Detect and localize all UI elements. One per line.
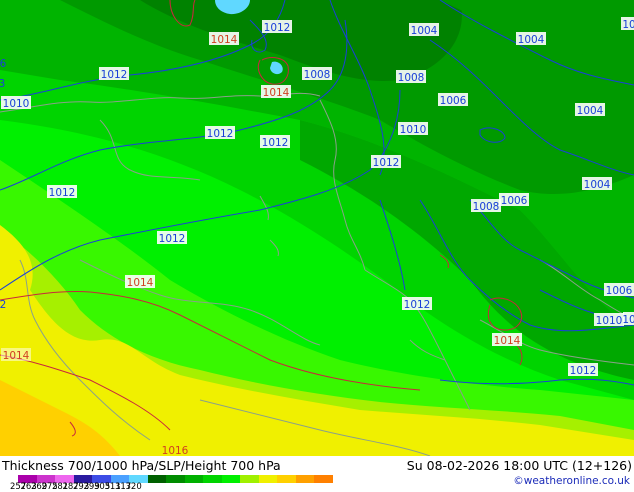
svg-text:1004: 1004 <box>584 179 611 191</box>
site-credit-link[interactable]: ©weatheronline.co.uk <box>513 475 630 487</box>
svg-text:1014: 1014 <box>494 335 521 347</box>
map-title: Thickness 700/1000 hPa/SLP/Height 700 hP… <box>2 458 281 473</box>
legend-swatch <box>295 475 314 483</box>
pressure-label: 1010 <box>1 96 31 110</box>
color-legend-ticks: 257 263 269 275 281 287 293 299 305 311 317 320 <box>10 482 144 492</box>
pressure-label: 1014 <box>492 333 522 347</box>
pressure-label: 1014 <box>209 32 239 46</box>
legend-swatch <box>166 475 185 483</box>
pressure-label: 1014 <box>261 85 291 99</box>
svg-text:1006: 1006 <box>606 285 633 297</box>
svg-text:1012: 1012 <box>373 157 400 169</box>
pressure-label: 10 <box>622 312 634 326</box>
svg-text:1004: 1004 <box>577 105 604 117</box>
svg-text:1012: 1012 <box>404 299 431 311</box>
svg-text:1012: 1012 <box>262 137 289 149</box>
legend-swatch <box>221 475 240 483</box>
svg-text:3: 3 <box>0 78 5 90</box>
legend-swatch <box>258 475 277 483</box>
pressure-label: 1014 <box>1 348 31 362</box>
svg-text:1014: 1014 <box>211 34 238 46</box>
svg-text:1004: 1004 <box>411 25 438 37</box>
pressure-label: 1004 <box>575 103 605 117</box>
svg-text:1008: 1008 <box>473 201 500 213</box>
legend-swatch <box>314 475 333 483</box>
svg-text:1012: 1012 <box>159 233 186 245</box>
svg-text:1012: 1012 <box>101 69 128 81</box>
legend-swatch <box>277 475 296 483</box>
svg-text:1012: 1012 <box>264 22 291 34</box>
svg-text:1006: 1006 <box>501 195 528 207</box>
legend-swatch <box>240 475 259 483</box>
pressure-label: 1004 <box>409 23 439 37</box>
pressure-label: 1010 <box>594 313 624 327</box>
svg-text:1012: 1012 <box>570 365 597 377</box>
svg-text:1004: 1004 <box>518 34 545 46</box>
legend-swatch <box>184 475 203 483</box>
svg-text:1014: 1014 <box>127 277 154 289</box>
legend-swatch <box>203 475 222 483</box>
legend-swatch <box>147 475 166 483</box>
thickness-map[interactable]: 1014 1012 1004 1004 10 1012 1008 1008 10… <box>0 0 634 456</box>
pressure-label: 1012 <box>99 67 129 81</box>
svg-text:1012: 1012 <box>49 187 76 199</box>
pressure-label: 1016 <box>162 445 189 456</box>
pressure-label: 1014 <box>125 275 155 289</box>
pressure-label: 1012 <box>47 185 77 199</box>
pressure-label: 1004 <box>516 32 546 46</box>
pressure-label: 1012 <box>371 155 401 169</box>
map-footer: Thickness 700/1000 hPa/SLP/Height 700 hP… <box>0 456 634 492</box>
svg-text:6: 6 <box>0 58 7 70</box>
pressure-label: 1012 <box>262 20 292 34</box>
legend-tick-label: 320 <box>125 482 142 492</box>
svg-text:1014: 1014 <box>3 350 30 362</box>
pressure-label: 1012 <box>568 363 598 377</box>
pressure-label: 1012 <box>157 231 187 245</box>
pressure-label: 1012 <box>260 135 290 149</box>
svg-text:1010: 1010 <box>596 315 623 327</box>
pressure-label: 1008 <box>471 199 501 213</box>
pressure-label: 10 <box>621 17 634 31</box>
svg-text:1008: 1008 <box>398 72 425 84</box>
pressure-label: 1012 <box>402 297 432 311</box>
pressure-label: 1008 <box>396 70 426 84</box>
svg-text:10: 10 <box>622 19 634 31</box>
pressure-label: 1012 <box>205 126 235 140</box>
svg-text:1016: 1016 <box>162 445 189 456</box>
pressure-label: 1006 <box>438 93 468 107</box>
weather-map-viewer: 1014 1012 1004 1004 10 1012 1008 1008 10… <box>0 0 634 492</box>
svg-text:10: 10 <box>622 314 634 326</box>
pressure-label: 1004 <box>582 177 612 191</box>
pressure-label: 6 <box>0 58 7 70</box>
svg-text:1008: 1008 <box>304 69 331 81</box>
map-canvas: 1014 1012 1004 1004 10 1012 1008 1008 10… <box>0 0 634 456</box>
svg-text:1006: 1006 <box>440 95 467 107</box>
pressure-label: 2 <box>0 299 6 311</box>
svg-text:1010: 1010 <box>3 98 30 110</box>
pressure-label: 3 <box>0 78 5 90</box>
pressure-label: 1010 <box>398 122 428 136</box>
forecast-timestamp: Su 08-02-2026 18:00 UTC (12+126) <box>406 458 632 473</box>
svg-text:2: 2 <box>0 299 6 311</box>
svg-text:1010: 1010 <box>400 124 427 136</box>
pressure-label: 1006 <box>499 193 529 207</box>
pressure-label: 1006 <box>604 283 634 297</box>
pressure-label: 1008 <box>302 67 332 81</box>
svg-text:1014: 1014 <box>263 87 290 99</box>
svg-text:1012: 1012 <box>207 128 234 140</box>
